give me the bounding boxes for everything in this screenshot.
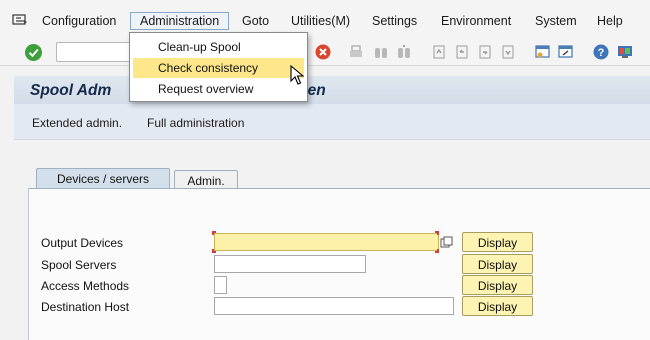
required-marker bbox=[435, 231, 439, 235]
spool-servers-label: Spool Servers bbox=[41, 258, 117, 272]
last-page-icon[interactable] bbox=[500, 44, 516, 60]
menu-settings[interactable]: Settings bbox=[372, 14, 417, 28]
display-destination-host-button[interactable]: Display bbox=[462, 296, 533, 316]
customize-layout-icon[interactable] bbox=[617, 44, 633, 60]
help-icon[interactable]: ? bbox=[593, 44, 609, 60]
enter-icon[interactable] bbox=[25, 44, 42, 61]
output-devices-input[interactable] bbox=[214, 233, 439, 251]
menu-bar: Configuration Administration Goto Utilit… bbox=[0, 0, 650, 40]
menu-configuration[interactable]: Configuration bbox=[42, 14, 116, 28]
next-page-icon[interactable] bbox=[477, 44, 493, 60]
system-menu-icon[interactable] bbox=[12, 14, 28, 26]
access-methods-label: Access Methods bbox=[41, 279, 130, 293]
tab-devices-servers[interactable]: Devices / servers bbox=[36, 168, 170, 188]
menu-administration[interactable]: Administration bbox=[130, 12, 230, 30]
menu-item-check-consistency[interactable]: Check consistency bbox=[133, 58, 304, 78]
tab-admin[interactable]: Admin. bbox=[174, 170, 238, 190]
menu-goto[interactable]: Goto bbox=[242, 14, 269, 28]
menu-system[interactable]: System bbox=[535, 14, 577, 28]
mouse-cursor-icon bbox=[290, 65, 304, 85]
standard-toolbar: ? bbox=[0, 40, 650, 66]
administration-dropdown: Clean-up Spool Check consistency Request… bbox=[129, 32, 308, 102]
find-icon[interactable] bbox=[373, 44, 389, 60]
access-methods-input[interactable] bbox=[214, 276, 227, 294]
full-administration-button[interactable]: Full administration bbox=[147, 116, 244, 130]
destination-host-label: Destination Host bbox=[41, 300, 130, 314]
application-toolbar: Extended admin. Full administration bbox=[14, 104, 650, 140]
spool-servers-input[interactable] bbox=[214, 255, 366, 273]
first-page-icon[interactable] bbox=[431, 44, 447, 60]
menu-help[interactable]: Help bbox=[597, 14, 623, 28]
shortcut-icon[interactable] bbox=[558, 44, 574, 60]
extended-admin-button[interactable]: Extended admin. bbox=[32, 116, 122, 130]
destination-host-input[interactable] bbox=[214, 297, 454, 315]
find-next-icon[interactable] bbox=[396, 44, 412, 60]
menu-utilities[interactable]: Utilities(M) bbox=[291, 14, 350, 28]
menu-environment[interactable]: Environment bbox=[441, 14, 511, 28]
page-title: Spool Adm bbox=[30, 82, 112, 99]
menu-item-clean-up-spool[interactable]: Clean-up Spool bbox=[133, 37, 304, 57]
create-session-icon[interactable] bbox=[535, 44, 551, 60]
display-access-methods-button[interactable]: Display bbox=[462, 275, 533, 295]
required-marker bbox=[212, 249, 216, 253]
previous-page-icon[interactable] bbox=[454, 44, 470, 60]
display-spool-servers-button[interactable]: Display bbox=[462, 254, 533, 274]
required-marker bbox=[212, 231, 216, 235]
cancel-icon[interactable] bbox=[315, 44, 331, 60]
svg-text:?: ? bbox=[598, 47, 605, 59]
value-help-icon[interactable] bbox=[440, 236, 454, 249]
required-marker bbox=[435, 249, 439, 253]
menu-item-request-overview[interactable]: Request overview bbox=[133, 79, 304, 99]
print-icon[interactable] bbox=[348, 44, 364, 60]
title-bar: Spool Adm reen bbox=[14, 76, 650, 104]
display-output-devices-button[interactable]: Display bbox=[462, 232, 533, 252]
command-field[interactable] bbox=[56, 42, 132, 62]
output-devices-label: Output Devices bbox=[41, 236, 124, 250]
